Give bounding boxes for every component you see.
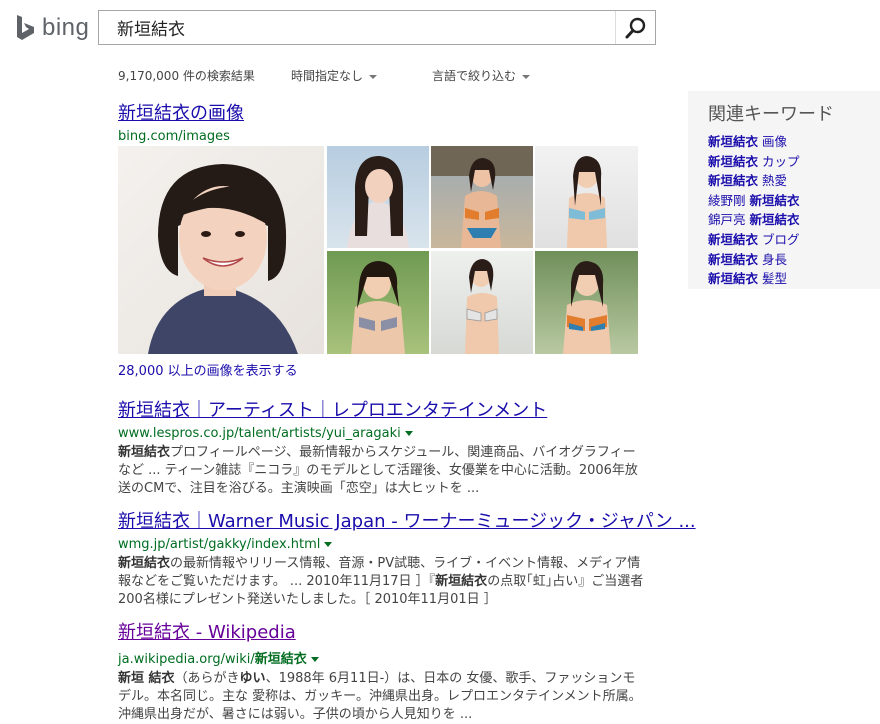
snippet-highlight: 新垣 結衣 — [118, 671, 175, 686]
snippet-highlight: 新垣結衣 — [118, 556, 171, 571]
related-keyword[interactable]: 綾野剛 新垣結衣 — [708, 190, 800, 210]
search-result: 新垣結衣 - Wikipedia ja.wikipedia.org/wiki/新… — [118, 618, 698, 724]
result-url: www.lespros.co.jp/talent/artists/yui_ara… — [118, 426, 698, 441]
related-keyword[interactable]: 新垣結衣 髪型 — [708, 268, 800, 288]
image-thumbnail[interactable] — [535, 146, 638, 248]
search-result: 新垣結衣｜アーティスト｜レプロエンタテインメント www.lespros.co.… — [118, 396, 698, 498]
time-filter-dropdown[interactable]: 時間指定なし — [291, 67, 378, 84]
related-keywords-list: 新垣結衣 画像 新垣結衣 カップ 新垣結衣 熱愛 綾野剛 新垣結衣 錦戸亮 新垣… — [708, 131, 800, 288]
image-thumbnail[interactable] — [431, 251, 533, 354]
snippet-highlight: 新垣結衣 — [435, 574, 488, 589]
related-keyword[interactable]: 錦戸亮 新垣結衣 — [708, 209, 800, 229]
search-icon — [625, 17, 645, 38]
chevron-down-icon[interactable] — [310, 657, 319, 662]
result-url: ja.wikipedia.org/wiki/新垣結衣 — [118, 648, 698, 667]
snippet-highlight: 新垣結衣 — [118, 445, 171, 460]
snippet-highlight: ゆい — [239, 671, 266, 686]
image-result-url: bing.com/images — [118, 129, 230, 144]
snippet-text: （あらがき — [174, 671, 240, 686]
result-url: wmg.jp/artist/gakky/index.html — [118, 537, 698, 552]
search-button[interactable] — [615, 11, 655, 44]
search-result: 新垣結衣｜Warner Music Japan - ワーナーミュージック・ジャパ… — [118, 507, 698, 609]
related-keyword[interactable]: 新垣結衣 カップ — [708, 151, 800, 171]
image-result: 新垣結衣の画像 bing.com/images — [118, 99, 698, 144]
result-url-text: wmg.jp/artist/gakky/index.html — [118, 537, 321, 552]
search-box — [98, 10, 656, 45]
related-keywords-panel: 関連キーワード 新垣結衣 画像 新垣結衣 カップ 新垣結衣 熱愛 綾野剛 新垣結… — [688, 91, 880, 289]
image-thumbnail[interactable] — [327, 146, 429, 248]
result-url-text: www.lespros.co.jp/talent/artists/yui_ara… — [118, 426, 401, 441]
related-keyword[interactable]: 新垣結衣 画像 — [708, 131, 800, 151]
search-input[interactable] — [99, 11, 614, 44]
result-snippet: 新垣結衣プロフィールページ、最新情報からスケジュール、関連商品、バイオグラフィー… — [118, 444, 648, 498]
language-filter-dropdown[interactable]: 言語で絞り込む — [432, 67, 531, 84]
bing-logo[interactable]: bing — [14, 14, 89, 42]
result-title[interactable]: 新垣結衣｜Warner Music Japan - ワーナーミュージック・ジャパ… — [118, 507, 698, 533]
image-thumbnail[interactable] — [535, 251, 638, 354]
related-keyword[interactable]: 新垣結衣 身長 — [708, 249, 800, 269]
bing-b-icon — [17, 15, 34, 40]
related-keywords-title: 関連キーワード — [708, 104, 834, 125]
result-snippet: 新垣 結衣（あらがきゆい、1988年 6月11日-）は、日本の 女優、歌手、ファ… — [118, 670, 648, 724]
chevron-down-icon — [522, 74, 531, 79]
result-url-text: ja.wikipedia.org/wiki/ — [118, 652, 255, 667]
chevron-down-icon[interactable] — [404, 431, 413, 436]
logo-text: bing — [42, 14, 90, 41]
image-thumbnail[interactable] — [327, 251, 429, 354]
result-title[interactable]: 新垣結衣 - Wikipedia — [118, 618, 698, 644]
image-grid — [118, 146, 638, 354]
language-filter-label: 言語で絞り込む — [432, 69, 517, 83]
result-snippet: 新垣結衣の最新情報やリリース情報、音源・PV試聴、ライブ・イベント情報、メディア… — [118, 555, 648, 609]
more-images-link[interactable]: 28,000 以上の画像を表示する — [118, 360, 298, 379]
image-result-title[interactable]: 新垣結衣の画像 — [118, 99, 698, 125]
image-thumbnail[interactable] — [431, 146, 533, 248]
image-thumbnail[interactable] — [118, 146, 324, 354]
result-url-highlight: 新垣結衣 — [254, 652, 307, 667]
related-keyword[interactable]: 新垣結衣 熱愛 — [708, 170, 800, 190]
result-title[interactable]: 新垣結衣｜アーティスト｜レプロエンタテインメント — [118, 396, 698, 422]
related-keyword[interactable]: 新垣結衣 ブログ — [708, 229, 800, 249]
snippet-text: プロフィールページ、最新情報からスケジュール、関連商品、バイオグラフィーなど .… — [118, 445, 638, 496]
chevron-down-icon[interactable] — [324, 542, 333, 547]
time-filter-label: 時間指定なし — [291, 69, 364, 83]
chevron-down-icon — [369, 74, 378, 79]
result-count: 9,170,000 件の検索結果 — [118, 69, 255, 83]
